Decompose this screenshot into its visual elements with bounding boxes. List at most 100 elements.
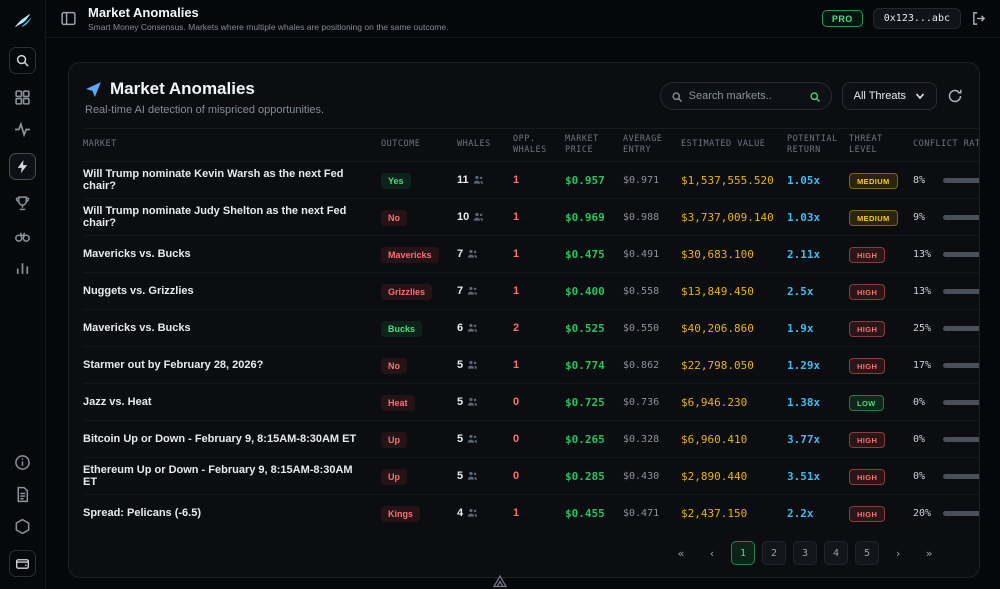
table-row[interactable]: Ethereum Up or Down - February 9, 8:15AM… [83, 458, 979, 495]
market-name: Ethereum Up or Down - February 9, 8:15AM… [83, 464, 381, 488]
hexagon-icon[interactable] [14, 518, 31, 535]
table-row[interactable]: Will Trump nominate Judy Shelton as the … [83, 199, 979, 236]
whales-count: 5 [457, 359, 463, 371]
pagination-page-button[interactable]: 5 [855, 541, 879, 565]
opp-whales-count: 1 [513, 359, 565, 371]
activity-icon[interactable] [14, 121, 31, 138]
opp-whales-count: 2 [513, 322, 565, 334]
conflict-ratio-cell: 20% [913, 508, 979, 519]
wallet-icon [15, 556, 30, 571]
opp-whales-count: 0 [513, 396, 565, 408]
conflict-ratio-value: 9% [913, 212, 937, 223]
pagination-page-button[interactable]: 4 [824, 541, 848, 565]
conflict-ratio-bar [943, 215, 979, 220]
panel-toggle-icon[interactable] [60, 10, 77, 27]
whales-count: 7 [457, 285, 463, 297]
pagination-page-button[interactable]: 1 [731, 541, 755, 565]
wallet-address[interactable]: 0x123...abc [873, 8, 961, 29]
estimated-value: $2,437.150 [681, 507, 787, 520]
table-row[interactable]: Jazz vs. Heat Heat 5 0 $0.725 $0.736 $6,… [83, 384, 979, 421]
logout-icon[interactable] [971, 11, 986, 26]
average-entry: $0.736 [623, 397, 681, 408]
threat-cell: HIGH [849, 282, 913, 301]
chevron-down-icon [915, 91, 925, 101]
threat-level-badge: HIGH [849, 469, 885, 485]
pagination-pages: 12345 [731, 541, 879, 565]
table-row[interactable]: Mavericks vs. Bucks Bucks 6 2 $0.525 $0.… [83, 310, 979, 347]
binoculars-icon[interactable] [14, 227, 31, 244]
potential-return: 1.9x [787, 322, 849, 335]
opp-whales-count: 0 [513, 470, 565, 482]
sidebar-item-search[interactable] [9, 47, 36, 74]
outcome-cell: Kings [381, 504, 457, 522]
people-icon [467, 471, 478, 482]
lightning-icon [15, 159, 30, 174]
pagination-prev-button[interactable]: ‹ [700, 541, 724, 565]
search-submit-icon[interactable] [809, 90, 821, 102]
search-markets-input[interactable] [689, 90, 803, 102]
info-icon[interactable] [14, 454, 31, 471]
table-row[interactable]: Mavericks vs. Bucks Mavericks 7 1 $0.475… [83, 236, 979, 273]
whales-cell: 5 [457, 359, 513, 371]
outcome-badge: Yes [381, 173, 411, 189]
pagination-first-button[interactable]: « [669, 541, 693, 565]
threat-level-badge: MEDIUM [849, 210, 898, 226]
table-row[interactable]: Spread: Pelicans (-6.5) Kings 4 1 $0.455… [83, 495, 979, 530]
potential-return: 3.51x [787, 470, 849, 483]
table-row[interactable]: Bitcoin Up or Down - February 9, 8:15AM-… [83, 421, 979, 458]
pagination-last-button[interactable]: » [917, 541, 941, 565]
threat-filter-dropdown[interactable]: All Threats [842, 82, 937, 110]
pagination-next-button[interactable]: › [886, 541, 910, 565]
outcome-cell: Grizzlies [381, 282, 457, 300]
whales-count: 4 [457, 507, 463, 519]
people-icon [467, 508, 478, 519]
outcome-cell: Bucks [381, 319, 457, 337]
outcome-cell: No [381, 208, 457, 226]
market-price: $0.525 [565, 322, 623, 335]
dashboard-grid-icon[interactable] [14, 89, 31, 106]
table-row[interactable]: Starmer out by February 28, 2026? No 5 1… [83, 347, 979, 384]
potential-return: 1.38x [787, 396, 849, 409]
document-icon[interactable] [14, 486, 31, 503]
sidebar-item-anomalies[interactable] [9, 153, 36, 180]
table-row[interactable]: Nuggets vs. Grizzlies Grizzlies 7 1 $0.4… [83, 273, 979, 310]
average-entry: $0.491 [623, 249, 681, 260]
trophy-icon[interactable] [14, 195, 31, 212]
opp-whales-count: 1 [513, 211, 565, 223]
pagination-page-button[interactable]: 3 [793, 541, 817, 565]
app-logo-icon [12, 10, 34, 32]
conflict-ratio-cell: 13% [913, 249, 979, 260]
conflict-ratio-value: 8% [913, 175, 937, 186]
people-icon [467, 434, 478, 445]
conflict-ratio-bar [943, 326, 979, 331]
column-header: OUTCOME [381, 139, 457, 150]
sidebar-item-wallet[interactable] [9, 550, 36, 577]
market-name: Will Trump nominate Judy Shelton as the … [83, 205, 381, 229]
outcome-badge: Heat [381, 395, 415, 411]
table-row[interactable]: Will Trump nominate Kevin Warsh as the n… [83, 162, 979, 199]
outcome-badge: Up [381, 469, 407, 485]
pagination-page-button[interactable]: 2 [762, 541, 786, 565]
column-header: MARKET PRICE [565, 134, 623, 156]
threat-level-badge: LOW [849, 395, 884, 411]
people-icon [467, 323, 478, 334]
opp-whales-count: 0 [513, 433, 565, 445]
sidebar [0, 0, 46, 589]
threat-cell: LOW [849, 393, 913, 412]
refresh-icon[interactable] [947, 88, 963, 104]
anomalies-icon [85, 81, 102, 98]
search-icon [671, 90, 683, 102]
panel-subtitle: Real-time AI detection of mispriced oppo… [85, 104, 324, 116]
page-title: Market Anomalies [88, 5, 448, 20]
page-subtitle: Smart Money Consensus. Markets where mul… [88, 22, 448, 32]
market-price: $0.455 [565, 507, 623, 520]
conflict-ratio-bar [943, 252, 979, 257]
threat-cell: MEDIUM [849, 208, 913, 227]
bar-chart-icon[interactable] [14, 259, 31, 276]
column-header: POTENTIAL RETURN [787, 134, 849, 156]
average-entry: $0.988 [623, 212, 681, 223]
potential-return: 1.03x [787, 211, 849, 224]
column-header: ESTIMATED VALUE [681, 139, 787, 150]
conflict-ratio-value: 13% [913, 286, 937, 297]
market-name: Starmer out by February 28, 2026? [83, 359, 381, 371]
